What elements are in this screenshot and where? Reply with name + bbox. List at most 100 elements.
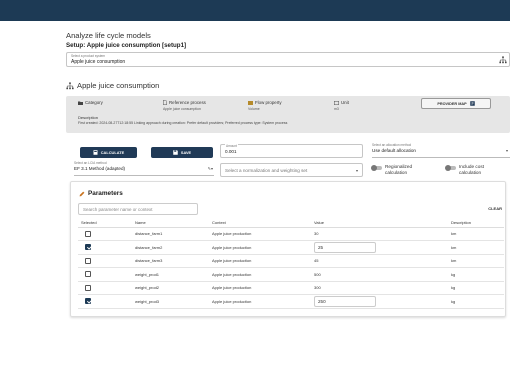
calculate-button[interactable]: CALCULATE bbox=[80, 147, 137, 158]
chevron-down-icon: ✎▾ bbox=[207, 166, 213, 171]
save-label: SAVE bbox=[180, 150, 192, 155]
param-context: Apple juice production bbox=[209, 281, 311, 295]
allocation-value: Use default allocation bbox=[372, 148, 416, 153]
pencil-icon bbox=[79, 191, 85, 196]
table-row: distance_farm2 Apple juice production 25… bbox=[78, 240, 504, 255]
unit-field: Unit bbox=[334, 100, 349, 105]
page-title: Analyze life cycle models bbox=[66, 31, 151, 40]
product-system-select[interactable]: Select a product system Apple juice cons… bbox=[66, 52, 510, 67]
col-description: Description bbox=[448, 218, 504, 228]
page-subtitle: Setup: Apple juice consumption [setup1] bbox=[66, 42, 187, 49]
row-checkbox[interactable] bbox=[85, 244, 91, 251]
provider-map-label: PROVIDER MAP bbox=[437, 101, 467, 106]
parameters-card: Parameters Search parameter name or cont… bbox=[70, 181, 506, 317]
product-system-label: Select a product system bbox=[71, 54, 106, 58]
product-system-value: Apple juice consumption bbox=[71, 59, 126, 65]
param-context: Apple juice production bbox=[209, 294, 311, 309]
param-context: Apple juice production bbox=[209, 254, 311, 268]
regionalized-toggle[interactable]: Regionalized calculation bbox=[371, 164, 425, 177]
col-name: Name bbox=[132, 218, 209, 228]
col-selected: Selected bbox=[78, 218, 132, 228]
unit-icon bbox=[334, 100, 339, 105]
regionalized-label: Regionalized calculation bbox=[385, 164, 413, 176]
allocation-label: Select an allocation method bbox=[372, 143, 412, 147]
param-name: weight_prod1 bbox=[132, 267, 209, 282]
clear-button[interactable]: CLEAR bbox=[488, 206, 502, 211]
amount-value: 0.001 bbox=[225, 149, 237, 154]
nw-set-select[interactable]: Select a normalization and weighting set… bbox=[220, 163, 363, 177]
table-row: distance_farm3 Apple juice production 45… bbox=[78, 254, 504, 268]
cost-switch[interactable] bbox=[445, 165, 456, 171]
param-value: 500 bbox=[311, 267, 448, 282]
description-label: Description bbox=[78, 115, 99, 120]
table-row: weight_prod1 Apple juice production 500 … bbox=[78, 267, 504, 282]
lcia-method-value: EF 3.1 Method (adapted) bbox=[74, 166, 126, 171]
regionalized-switch[interactable] bbox=[371, 165, 382, 171]
folder-icon bbox=[78, 101, 83, 105]
ref-process-field: Reference process bbox=[163, 100, 206, 105]
chevron-down-icon: ▾ bbox=[505, 148, 508, 153]
param-description: km bbox=[448, 254, 504, 268]
param-description: kg bbox=[448, 267, 504, 282]
chevron-down-icon: ▾ bbox=[355, 168, 358, 173]
param-context: Apple juice production bbox=[209, 267, 311, 282]
hierarchy-icon bbox=[66, 81, 74, 89]
param-name: distance_farm1 bbox=[132, 227, 209, 241]
flow-icon bbox=[248, 100, 253, 105]
col-context: Context bbox=[209, 218, 311, 228]
table-row: weight_prod3 Apple juice production 250 … bbox=[78, 294, 504, 309]
hierarchy-icon[interactable] bbox=[499, 56, 507, 64]
save-icon bbox=[173, 150, 178, 155]
row-checkbox[interactable] bbox=[85, 271, 91, 278]
table-row: distance_farm1 Apple juice production 30… bbox=[78, 227, 504, 241]
param-name: distance_farm2 bbox=[132, 240, 209, 255]
cost-label: Include cost calculation bbox=[459, 164, 485, 176]
lcia-method-select[interactable]: Select an LCIA method EF 3.1 Method (ada… bbox=[74, 161, 214, 176]
param-description: kg bbox=[448, 281, 504, 295]
document-icon bbox=[163, 100, 167, 105]
category-field: Category bbox=[78, 100, 103, 105]
param-description: kg bbox=[448, 294, 504, 309]
table-header-row: Selected Name Context Value Description bbox=[78, 218, 504, 228]
row-checkbox[interactable] bbox=[85, 257, 91, 264]
save-button[interactable]: SAVE bbox=[151, 147, 213, 158]
param-value: 45 bbox=[311, 254, 448, 268]
param-value-input[interactable]: 25 bbox=[314, 241, 376, 253]
parameter-search-input[interactable]: Search parameter name or context bbox=[78, 203, 198, 215]
param-name: weight_prod2 bbox=[132, 281, 209, 295]
cost-toggle[interactable]: Include cost calculation bbox=[445, 164, 499, 177]
provider-map-button[interactable]: PROVIDER MAP bbox=[421, 98, 491, 109]
param-description: km bbox=[448, 240, 504, 255]
param-value: 300 bbox=[311, 281, 448, 295]
param-value: 30 bbox=[311, 227, 448, 241]
param-context: Apple juice production bbox=[209, 227, 311, 241]
unit-value: m3 bbox=[334, 107, 339, 111]
flow-property-field: Flow property bbox=[248, 100, 282, 105]
calculate-label: CALCULATE bbox=[100, 150, 125, 155]
parameters-title: Parameters bbox=[88, 190, 123, 197]
param-context: Apple juice production bbox=[209, 240, 311, 255]
allocation-select[interactable]: Select an allocation method Use default … bbox=[372, 143, 510, 158]
top-app-bar bbox=[0, 0, 510, 21]
param-value-input[interactable]: 250 bbox=[314, 295, 376, 307]
row-checkbox[interactable] bbox=[85, 284, 91, 291]
unit-label: Unit bbox=[341, 100, 349, 105]
calculator-icon bbox=[93, 150, 98, 155]
param-name: distance_farm3 bbox=[132, 254, 209, 268]
description-text: First created: 2024-08-27T12:18:55 Linki… bbox=[78, 121, 288, 125]
table-row: weight_prod2 Apple juice production 300 … bbox=[78, 281, 504, 295]
ref-process-value: Apple juice consumption bbox=[163, 107, 201, 111]
row-checkbox[interactable] bbox=[85, 298, 91, 305]
map-icon bbox=[469, 101, 475, 106]
section-title: Apple juice consumption bbox=[77, 81, 160, 90]
row-checkbox[interactable] bbox=[85, 230, 91, 237]
lcia-method-label: Select an LCIA method bbox=[74, 161, 107, 165]
amount-field[interactable]: Amount 0.001 bbox=[220, 144, 363, 158]
flow-property-value: Volume bbox=[248, 107, 260, 111]
category-label: Category bbox=[85, 100, 103, 105]
col-value: Value bbox=[311, 218, 448, 228]
section-header: Apple juice consumption bbox=[66, 81, 159, 90]
param-name: weight_prod3 bbox=[132, 294, 209, 309]
amount-label: Amount bbox=[225, 144, 238, 148]
flow-property-label: Flow property bbox=[255, 100, 282, 105]
